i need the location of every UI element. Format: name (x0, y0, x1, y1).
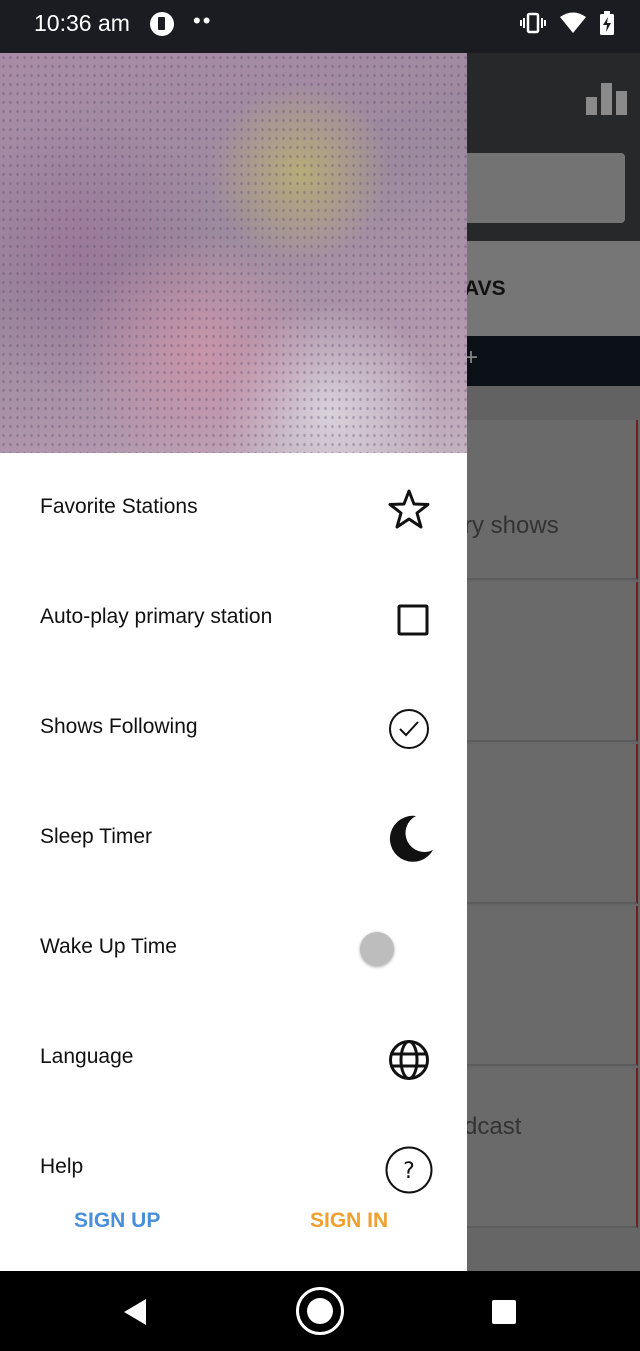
globe-icon (389, 1040, 429, 1080)
status-bar: 10:36 am •• (0, 0, 640, 53)
menu-item-shows-following[interactable]: Shows Following (0, 673, 467, 783)
sign-in-button[interactable]: SIGN IN (310, 1209, 388, 1233)
menu-item-label: Favorite Stations (40, 495, 198, 518)
menu-item-label: Help (40, 1155, 84, 1178)
menu-item-label: Auto-play primary station (40, 605, 273, 628)
battery-charging-icon (600, 11, 614, 35)
menu-item-favorite-stations[interactable]: Favorite Stations (0, 453, 467, 563)
wake-up-toggle-switch[interactable] (360, 932, 394, 966)
menu-item-label: Shows Following (40, 715, 198, 738)
home-icon[interactable] (296, 1287, 344, 1335)
checkbox-unchecked-icon[interactable] (397, 604, 429, 636)
system-navigation-bar (0, 1271, 640, 1351)
list-item-text: dcast (464, 1113, 522, 1140)
help-circle-icon: ? (385, 1146, 433, 1194)
menu-item-sleep-timer[interactable]: Sleep Timer (0, 783, 467, 893)
status-dots: •• (193, 8, 213, 33)
vibrate-icon (520, 12, 546, 34)
auth-row: SIGN UP SIGN IN (0, 1205, 467, 1245)
wifi-icon (560, 12, 586, 33)
check-circle-icon (389, 709, 429, 749)
sign-up-button[interactable]: SIGN UP (74, 1209, 160, 1233)
list-item-text: ry shows (464, 512, 559, 539)
drawer-header-image (0, 53, 467, 453)
menu-item-language[interactable]: Language (0, 1003, 467, 1113)
app-tab-label[interactable]: AVS (464, 277, 506, 301)
moon-icon (389, 815, 433, 862)
app-notification-icon (150, 12, 174, 36)
menu-item-label: Sleep Timer (40, 825, 153, 848)
status-time: 10:36 am (34, 10, 130, 36)
menu-item-auto-play[interactable]: Auto-play primary station (0, 563, 467, 673)
back-icon[interactable] (122, 1298, 148, 1326)
chart-icon (586, 83, 627, 115)
star-outline-icon (388, 489, 430, 529)
menu-item-label: Language (40, 1045, 134, 1068)
recent-apps-icon[interactable] (492, 1300, 516, 1324)
menu-item-label: Wake Up Time (40, 935, 177, 958)
svg-text:?: ? (403, 1159, 415, 1184)
navigation-drawer: Favorite Stations Auto-play primary stat… (0, 53, 467, 1271)
menu-item-wake-up-time[interactable]: Wake Up Time (0, 893, 467, 1003)
status-icons (520, 11, 614, 35)
